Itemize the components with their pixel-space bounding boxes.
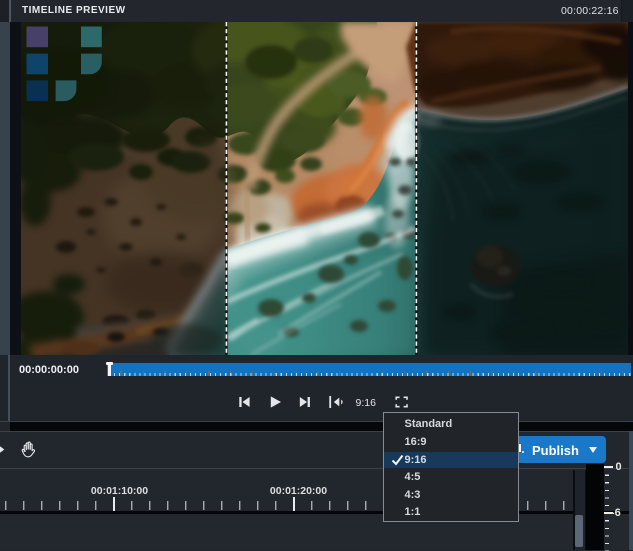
svg-text:9:16: 9:16 xyxy=(356,397,377,409)
